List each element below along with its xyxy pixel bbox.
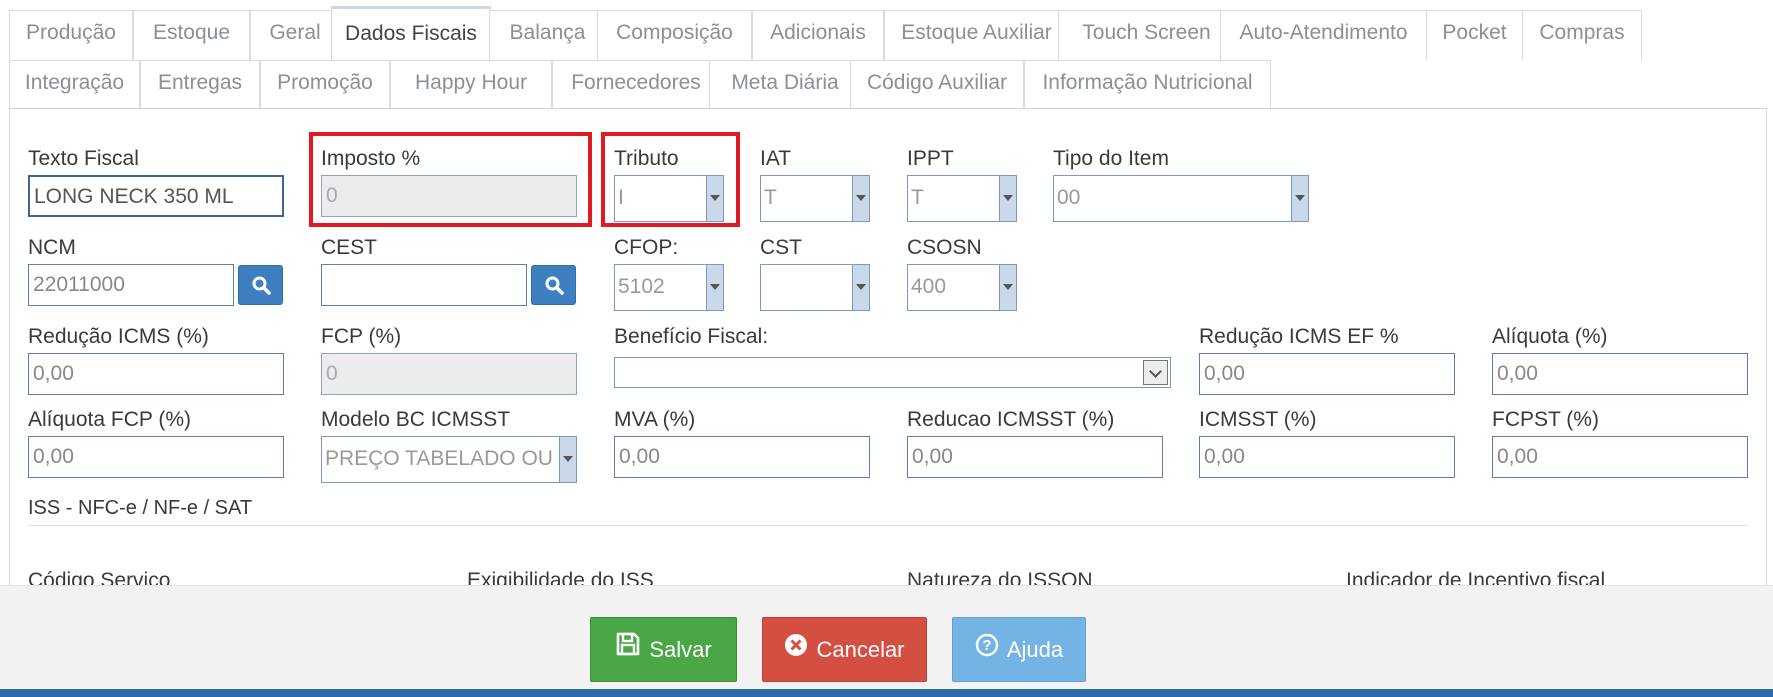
reducao-icmsst-input[interactable]: 0,00	[907, 436, 1163, 478]
beneficio-fiscal-label: Benefício Fiscal:	[614, 325, 769, 348]
csosn-select-value: 400	[911, 275, 947, 298]
reducao-icms-ef-label: Redução ICMS EF %	[1199, 325, 1399, 348]
chevron-down-icon	[1143, 360, 1168, 385]
ippt-select-value: T	[911, 186, 924, 209]
ippt-select[interactable]: T	[907, 175, 1017, 222]
mva-label: MVA (%)	[614, 408, 696, 431]
question-circle-icon: ?	[975, 618, 999, 681]
ncm-label: NCM	[28, 236, 76, 259]
reducao-icms-input[interactable]: 0,00	[28, 353, 284, 395]
tab-integracao[interactable]: Integração	[9, 60, 140, 110]
tipo-item-select-value: 00	[1057, 186, 1081, 209]
imposto-highlight-box	[309, 132, 592, 227]
csosn-select[interactable]: 400	[907, 264, 1017, 311]
cst-label: CST	[760, 236, 802, 259]
fcp-input: 0	[321, 353, 577, 395]
svg-text:?: ?	[982, 637, 991, 654]
cest-search-button[interactable]	[531, 265, 576, 305]
chevron-down-icon	[999, 265, 1016, 310]
cancel-button[interactable]: Cancelar	[762, 617, 927, 682]
search-icon	[252, 276, 271, 295]
tipo-item-select[interactable]: 00	[1053, 175, 1309, 222]
aliquota-input[interactable]: 0,00	[1492, 353, 1748, 395]
iat-select[interactable]: T	[760, 175, 870, 222]
cfop-label: CFOP:	[614, 236, 679, 259]
icmsst-input[interactable]: 0,00	[1199, 436, 1455, 478]
chevron-down-icon	[559, 437, 576, 482]
modelo-bc-icmsst-select[interactable]: PREÇO TABELADO OU M	[321, 436, 577, 483]
cest-label: CEST	[321, 236, 378, 259]
fcpst-label: FCPST (%)	[1492, 408, 1599, 431]
save-button-label: Salvar	[649, 637, 712, 662]
icmsst-label: ICMSST (%)	[1199, 408, 1317, 431]
cst-select[interactable]	[760, 264, 870, 311]
footer-accent-bar	[0, 689, 1773, 697]
tab-promocao[interactable]: Promoção	[260, 60, 390, 110]
beneficio-fiscal-select[interactable]	[614, 357, 1171, 388]
search-icon	[545, 276, 564, 295]
fcp-label: FCP (%)	[321, 325, 402, 348]
iat-label: IAT	[760, 147, 792, 170]
iat-select-value: T	[764, 186, 777, 209]
iss-section-divider	[28, 525, 1748, 526]
ncm-search-button[interactable]	[238, 265, 283, 305]
csosn-label: CSOSN	[907, 236, 982, 259]
tab-meta-diaria[interactable]: Meta Diária	[709, 60, 861, 110]
tab-entregas[interactable]: Entregas	[140, 60, 260, 110]
iss-section-title: ISS - NFC-e / NF-e / SAT	[28, 497, 253, 519]
tab-codigo-auxiliar[interactable]: Código Auxiliar	[850, 60, 1024, 110]
footer-actions: Salvar Cancelar ? Ajuda	[0, 585, 1773, 697]
tab-bar: Produção Estoque Geral Dados Fiscais Bal…	[9, 0, 1759, 110]
ippt-label: IPPT	[907, 147, 954, 170]
cfop-select-value: 5102	[618, 275, 665, 298]
chevron-down-icon	[852, 265, 869, 310]
tab-row-1: Produção Estoque Geral Dados Fiscais Bal…	[9, 0, 1759, 60]
tab-informacao-nutricional[interactable]: Informação Nutricional	[1024, 60, 1271, 110]
aliquota-fcp-input[interactable]: 0,00	[28, 436, 284, 478]
fcpst-input[interactable]: 0,00	[1492, 436, 1748, 478]
tributo-highlight-box	[601, 132, 740, 227]
tipo-item-label: Tipo do Item	[1053, 147, 1169, 170]
aliquota-fcp-label: Alíquota FCP (%)	[28, 408, 192, 431]
chevron-down-icon	[706, 265, 723, 310]
modelo-bc-icmsst-label: Modelo BC ICMSST	[321, 408, 511, 431]
chevron-down-icon	[852, 176, 869, 221]
help-button-label: Ajuda	[1006, 637, 1064, 662]
cfop-select[interactable]: 5102	[614, 264, 724, 311]
aliquota-label: Alíquota (%)	[1492, 325, 1608, 348]
tab-row-2: Integração Entregas Promoção Happy Hour …	[9, 50, 1759, 110]
mva-input[interactable]: 0,00	[614, 436, 870, 478]
help-button[interactable]: ? Ajuda	[952, 617, 1086, 682]
save-button[interactable]: Salvar	[590, 617, 737, 682]
close-circle-icon	[784, 618, 808, 681]
tab-happy-hour[interactable]: Happy Hour	[390, 60, 552, 110]
texto-fiscal-input[interactable]: LONG NECK 350 ML	[28, 175, 284, 217]
chevron-down-icon	[1291, 176, 1308, 221]
modelo-bc-icmsst-value: PREÇO TABELADO OU M	[325, 447, 577, 470]
ncm-input[interactable]: 22011000	[28, 264, 234, 306]
reducao-icmsst-label: Reducao ICMSST (%)	[907, 408, 1115, 431]
tab-fornecedores[interactable]: Fornecedores	[552, 60, 720, 110]
reducao-icms-label: Redução ICMS (%)	[28, 325, 209, 348]
cancel-button-label: Cancelar	[816, 637, 905, 662]
floppy-disk-icon	[615, 618, 641, 681]
cest-input[interactable]	[321, 264, 527, 306]
texto-fiscal-label: Texto Fiscal	[28, 147, 139, 170]
reducao-icms-ef-input[interactable]: 0,00	[1199, 353, 1455, 395]
chevron-down-icon	[999, 176, 1016, 221]
fiscal-data-panel: Texto Fiscal LONG NECK 350 ML Imposto % …	[9, 108, 1767, 588]
